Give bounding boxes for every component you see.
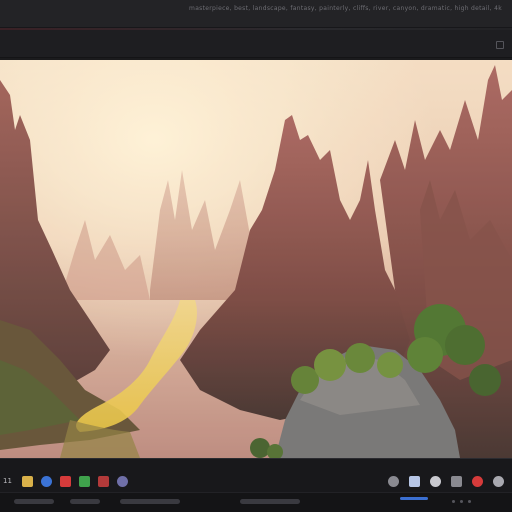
user-avatar-icon[interactable] — [493, 475, 504, 487]
dot-indicator — [460, 500, 463, 503]
bottom-pill[interactable] — [70, 499, 100, 504]
window-title: masterpiece, best, landscape, fantasy, p… — [189, 5, 502, 12]
shield-icon[interactable] — [451, 475, 462, 487]
panel-toggle-icon[interactable] — [496, 41, 504, 49]
taskbar-left-tray: 11 — [3, 473, 128, 489]
header-accent-line — [0, 28, 512, 30]
dot-indicator — [452, 500, 455, 503]
taskbar: 11 — [0, 458, 512, 512]
bottom-control-bar — [0, 492, 512, 512]
app-circle-icon[interactable] — [116, 475, 128, 487]
dot-indicator — [468, 500, 471, 503]
cloud-icon[interactable] — [430, 475, 441, 487]
active-indicator — [400, 497, 428, 500]
title-bar: masterpiece, best, landscape, fantasy, p… — [0, 0, 512, 28]
folder-icon[interactable] — [21, 475, 33, 487]
header-strip — [0, 28, 512, 58]
app-blue-icon[interactable] — [40, 475, 52, 487]
taskbar-label: 11 — [3, 477, 12, 485]
network-icon[interactable] — [388, 475, 399, 487]
image-canvas[interactable] — [0, 60, 512, 458]
bottom-pill[interactable] — [14, 499, 54, 504]
bottom-pill[interactable] — [240, 499, 300, 504]
app-window: masterpiece, best, landscape, fantasy, p… — [0, 0, 512, 512]
chat-icon[interactable] — [409, 475, 420, 487]
bottom-pill[interactable] — [120, 499, 180, 504]
app-dark-icon[interactable] — [97, 475, 109, 487]
record-icon[interactable] — [472, 475, 483, 487]
app-green-icon[interactable] — [78, 475, 90, 487]
taskbar-right-tray — [388, 473, 504, 489]
app-red-icon[interactable] — [59, 475, 71, 487]
landscape-painting — [0, 60, 512, 458]
